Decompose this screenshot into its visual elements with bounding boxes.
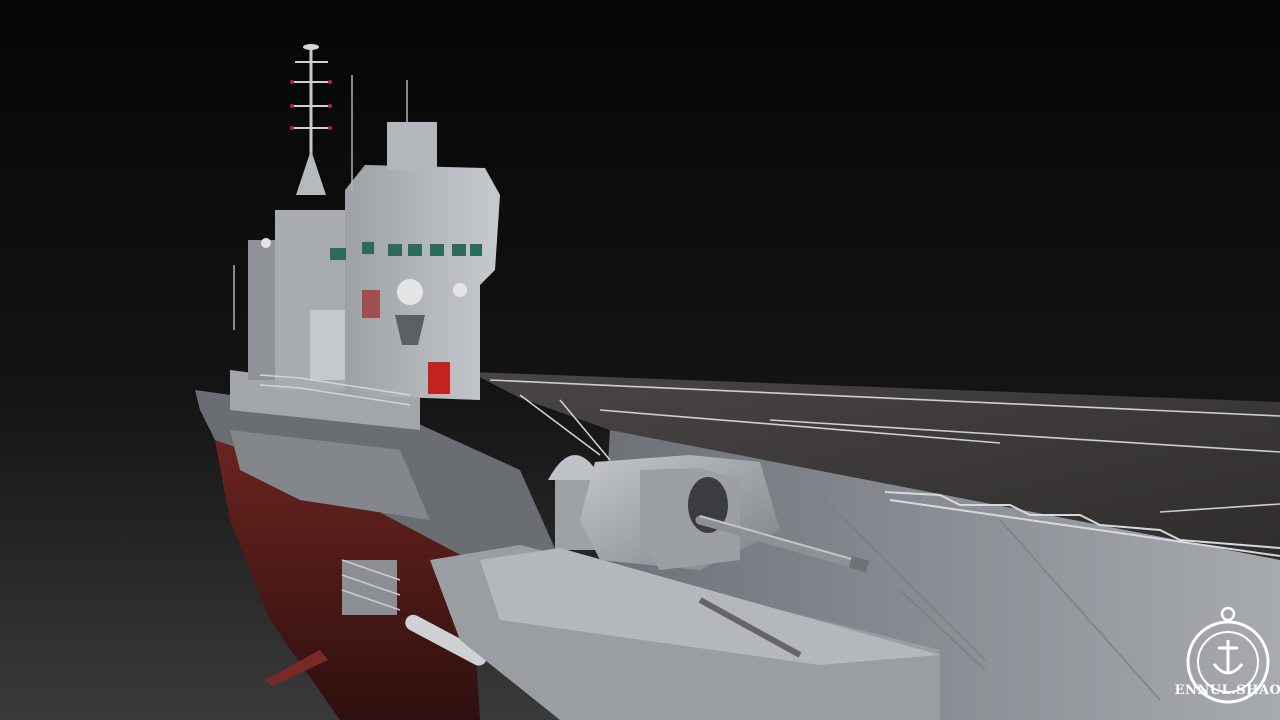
bridge-island-body [345,165,500,400]
sensor-cylinder [310,310,348,380]
carrier-scene: ENNUL.SHAO [0,0,1280,720]
island-top-radar-box [387,122,437,170]
red-hatch-upper [362,290,380,318]
watermark-text: ENNUL.SHAO [1175,683,1280,698]
render-viewport: ENNUL.SHAO [0,0,1280,720]
mast-dome [261,238,271,248]
mast-top-disc [303,44,319,50]
radome-dome [397,279,423,305]
small-dome [453,283,467,297]
red-hatch [428,362,450,394]
